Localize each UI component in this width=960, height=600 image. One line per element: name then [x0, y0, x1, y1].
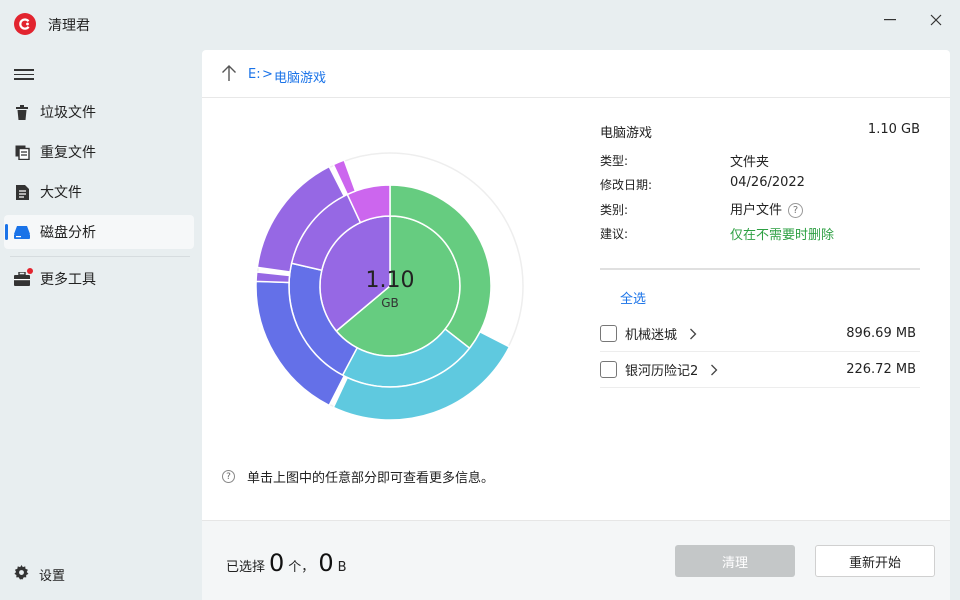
toolbox-icon: [14, 268, 33, 287]
sunburst-svg: [255, 152, 524, 421]
breadcrumb-separator: >: [262, 67, 273, 82]
app-title: 清理君: [48, 18, 90, 34]
sidebar-item-junk-files[interactable]: 垃圾文件: [4, 95, 194, 129]
file-checkbox[interactable]: [600, 361, 617, 378]
info-advice-label: 建议:: [600, 227, 629, 241]
sidebar-item-more-tools[interactable]: 更多工具: [4, 262, 194, 296]
breadcrumb: E: > 电脑游戏: [202, 50, 950, 98]
breadcrumb-folder[interactable]: 电脑游戏: [274, 67, 326, 86]
gear-icon: [14, 565, 29, 584]
file-size: 896.69 MB: [846, 326, 916, 341]
file-size: 226.72 MB: [846, 362, 916, 377]
duplicate-icon: [14, 144, 30, 160]
sunburst-segment[interactable]: [255, 271, 291, 284]
info-category: 用户文件?: [730, 199, 804, 218]
selection-size-unit: B: [337, 560, 347, 575]
disk-icon: [14, 224, 30, 240]
info-category-label: 类别:: [600, 203, 629, 217]
hint-text: 单击上图中的任意部分即可查看更多信息。: [247, 471, 495, 486]
app-logo-icon: [14, 13, 36, 35]
info-type-label: 类型:: [600, 154, 629, 168]
title-bar: 清理君: [0, 0, 960, 48]
sunburst-chart: 1.10 GB: [250, 146, 530, 426]
footer: 已选择 0 个， 0 B 清理 重新开始: [202, 520, 950, 600]
info-divider: [600, 268, 920, 270]
selection-count-unit: 个，: [288, 560, 315, 575]
hamburger-icon[interactable]: [14, 66, 34, 82]
large-file-icon: [14, 184, 30, 200]
minimize-icon[interactable]: [876, 10, 904, 30]
sidebar-item-duplicate-files[interactable]: 重复文件: [4, 135, 194, 169]
restart-button[interactable]: 重新开始: [815, 545, 935, 577]
up-arrow-icon[interactable]: [220, 64, 240, 84]
file-row[interactable]: 银河历险记2 226.72 MB: [600, 352, 920, 388]
notification-dot: [27, 268, 33, 274]
sidebar-divider: [10, 256, 190, 257]
breadcrumb-drive[interactable]: E:: [248, 67, 261, 82]
file-checkbox[interactable]: [600, 325, 617, 342]
hint: ? 单击上图中的任意部分即可查看更多信息。: [222, 467, 494, 486]
file-name: 机械迷城: [625, 328, 678, 343]
info-category-value: 用户文件: [730, 203, 783, 218]
info-date-label: 修改日期:: [600, 178, 653, 192]
clean-button[interactable]: 清理: [675, 545, 795, 577]
sidebar-item-disk-analysis[interactable]: 磁盘分析: [4, 215, 194, 249]
selection-summary: 已选择 0 个， 0 B: [226, 549, 347, 577]
trash-icon: [14, 104, 30, 120]
file-name: 银河历险记2: [625, 364, 699, 379]
sidebar-item-large-files[interactable]: 大文件: [4, 175, 194, 209]
close-icon[interactable]: [922, 10, 950, 30]
selection-prefix: 已选择: [226, 560, 266, 575]
select-all-link[interactable]: 全选: [620, 288, 646, 307]
help-icon: ?: [222, 470, 235, 483]
info-advice-value: 仅在不需要时删除: [730, 228, 835, 243]
question-icon[interactable]: ?: [788, 203, 804, 218]
main-panel: E: > 电脑游戏 1.10 GB ? 单击上图中的任意部分即可查看更多信息。 …: [202, 50, 950, 600]
chevron-right-icon[interactable]: [710, 364, 720, 376]
selection-size: 0: [318, 549, 334, 577]
sidebar: 垃圾文件 重复文件 大文件 磁盘分析 更多工具: [0, 48, 200, 600]
file-row[interactable]: 机械迷城 896.69 MB: [600, 316, 920, 352]
info-size: 1.10 GB: [867, 122, 920, 137]
info-date-value: 04/26/2022: [730, 175, 805, 190]
info-type-value: 文件夹: [730, 155, 770, 170]
info-name: 电脑游戏: [600, 126, 653, 141]
chevron-right-icon[interactable]: [689, 328, 699, 340]
settings-button[interactable]: 设置: [14, 565, 65, 584]
selection-count: 0: [269, 549, 285, 577]
